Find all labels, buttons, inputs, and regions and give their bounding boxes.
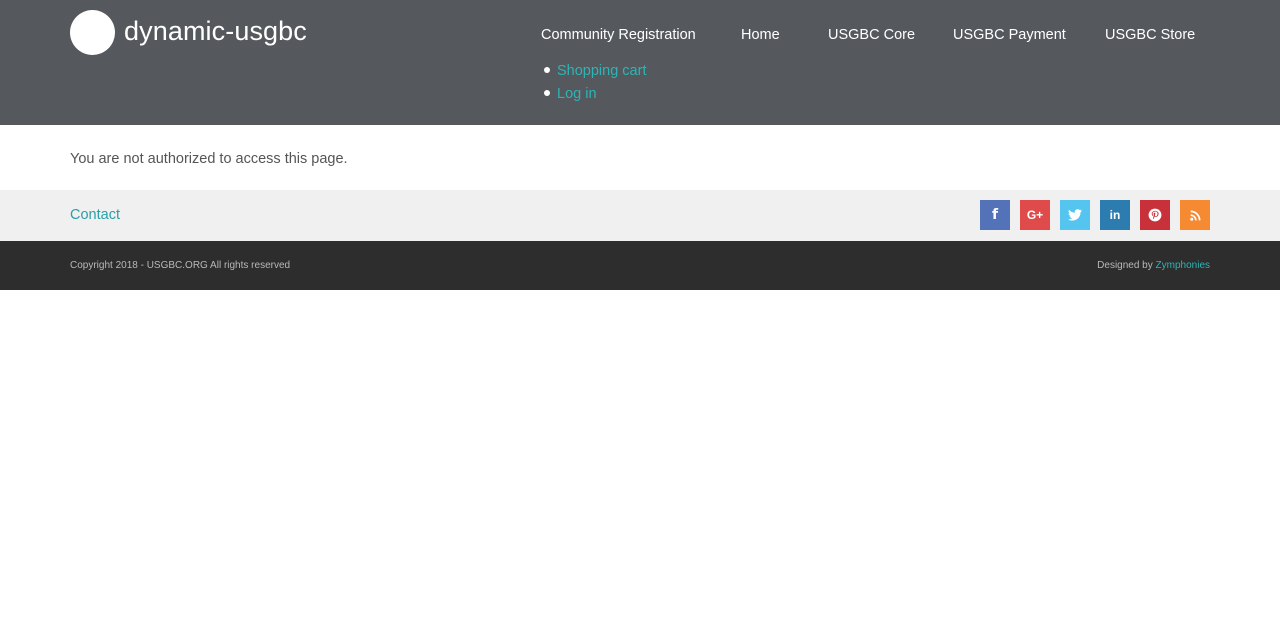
- designed-by: Designed by Zymphonies: [1097, 259, 1210, 273]
- nav-community-registration[interactable]: Community Registration: [541, 24, 696, 46]
- site-name-link[interactable]: dynamic-usgbc: [124, 14, 307, 48]
- rss-icon[interactable]: [1180, 200, 1210, 230]
- google-plus-icon[interactable]: G+: [1020, 200, 1050, 230]
- user-menu-item-shopping-cart: Shopping cart: [544, 60, 646, 83]
- user-menu: Shopping cart Log in: [544, 60, 646, 106]
- nav-usgbc-store[interactable]: USGBC Store: [1105, 24, 1195, 46]
- user-menu-item-log-in: Log in: [544, 83, 646, 106]
- access-denied-message: You are not authorized to access this pa…: [70, 151, 348, 167]
- site-header: dynamic-usgbc Community Registration Hom…: [0, 0, 1280, 125]
- bullet-icon: [544, 67, 550, 73]
- twitter-icon[interactable]: [1060, 200, 1090, 230]
- facebook-icon[interactable]: f: [980, 200, 1010, 230]
- nav-home[interactable]: Home: [741, 24, 780, 46]
- footer-top: Contact f G+ in: [0, 190, 1280, 241]
- copyright-text: Copyright 2018 - USGBC.ORG All rights re…: [70, 260, 291, 271]
- contact-link[interactable]: Contact: [70, 205, 120, 225]
- nav-usgbc-payment[interactable]: USGBC Payment: [953, 24, 1066, 46]
- pinterest-icon[interactable]: [1140, 200, 1170, 230]
- footer-bottom: Copyright 2018 - USGBC.ORG All rights re…: [0, 241, 1280, 290]
- bullet-icon: [544, 90, 550, 96]
- shopping-cart-link[interactable]: Shopping cart: [557, 63, 646, 79]
- log-in-link[interactable]: Log in: [557, 86, 597, 102]
- linkedin-icon[interactable]: in: [1100, 200, 1130, 230]
- designed-by-prefix: Designed by: [1097, 260, 1153, 271]
- site-logo[interactable]: [70, 10, 115, 55]
- zymphonies-link[interactable]: Zymphonies: [1156, 260, 1210, 271]
- nav-usgbc-core[interactable]: USGBC Core: [828, 24, 915, 46]
